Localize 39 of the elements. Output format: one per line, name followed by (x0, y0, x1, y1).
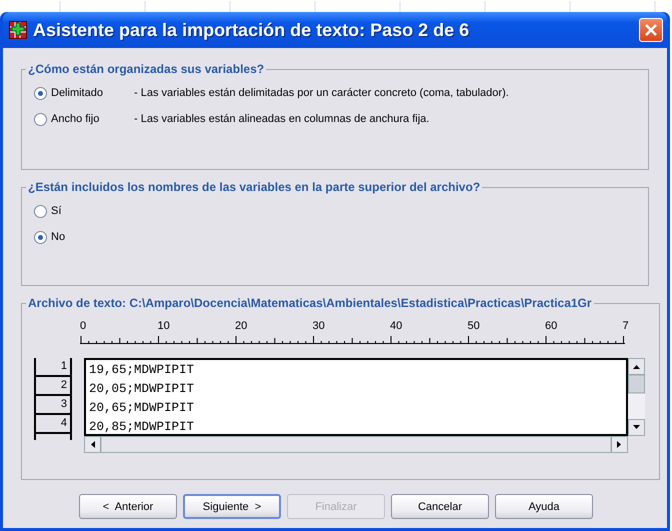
dialog-button[interactable]: Cancelar (391, 494, 489, 519)
ruler-label: 50 (468, 320, 480, 332)
group-title: Archivo de texto: C:\Amparo\Docencia\Matematicas\Ambientales\Estadistica\Practicas\Practica1Gr (27, 296, 593, 310)
row-number: 3 (36, 396, 70, 415)
data-line: 19,65;MDWPIPIT (89, 362, 196, 379)
close-icon (643, 22, 659, 38)
app-icon (9, 21, 27, 39)
row-number: 4 (36, 415, 70, 434)
radio-label[interactable]: Delimitado (51, 87, 103, 99)
radio-button[interactable] (34, 230, 47, 244)
radio-button[interactable] (34, 112, 47, 126)
ruler-label: 10 (158, 320, 170, 332)
row-number: 2 (36, 377, 70, 396)
option-description: - Las variables están delimitadas por un carácter concreto (coma, tabulador). (134, 87, 509, 99)
radio-label[interactable]: Sí (51, 205, 62, 217)
vertical-scrollbar[interactable] (628, 358, 645, 436)
radio-button[interactable] (34, 86, 47, 100)
horizontal-scrollbar[interactable] (84, 436, 628, 453)
dialog-button[interactable]: < Anterior (79, 494, 177, 519)
data-line: 20,85;MDWPIPIT (89, 419, 196, 436)
ruler-label: 60 (545, 320, 558, 332)
option-description: - Las variables están alineadas en columnas de anchura fija. (134, 113, 430, 125)
ruler-label: 20 (235, 320, 248, 332)
data-line: 20,05;MDWPIPIT (89, 381, 196, 398)
radio-label[interactable]: Ancho fijo (51, 113, 100, 125)
close-button[interactable] (639, 18, 663, 42)
ruler-label: 40 (390, 320, 402, 332)
data-line: 20,65;MDWPIPIT (89, 400, 196, 417)
radio-label[interactable]: No (51, 231, 66, 243)
dialog-button[interactable]: Ayuda (495, 494, 593, 519)
radio-button[interactable] (34, 204, 47, 218)
ruler-label: 7 (622, 320, 629, 332)
group-title: ¿Están incluidos los nombres de las variables en la parte superior del archivo? (27, 180, 482, 194)
window-title: Asistente para la importación de texto: Paso 2 de 6 (33, 20, 470, 40)
group-title: ¿Cómo están organizadas sus variables? (27, 62, 266, 76)
dialog-button[interactable]: Siguiente > (183, 494, 281, 519)
ruler-label: 30 (312, 320, 325, 332)
ruler-label: 0 (80, 320, 86, 332)
row-number: 1 (36, 358, 70, 377)
